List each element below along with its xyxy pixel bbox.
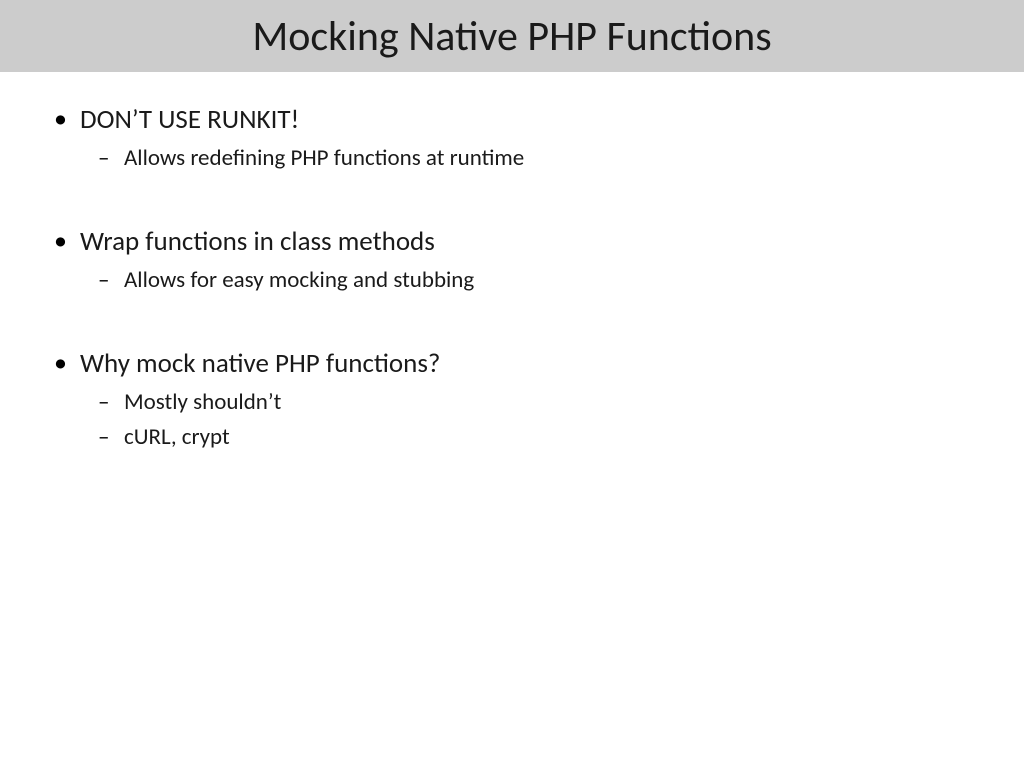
slide-content: DON’T USE RUNKIT! Allows redefining PHP …: [0, 72, 1024, 453]
bullet-text: Why mock native PHP functions?: [80, 347, 440, 380]
sub-bullet-item: Mostly shouldn’t: [124, 387, 974, 418]
sub-bullet-list: Allows redefining PHP functions at runti…: [80, 143, 974, 174]
sub-bullet-text: Allows for easy mocking and stubbing: [124, 266, 474, 294]
sub-bullet-item: Allows for easy mocking and stubbing: [124, 265, 974, 296]
bullet-item: Why mock native PHP functions? Mostly sh…: [80, 346, 974, 453]
sub-bullet-list: Allows for easy mocking and stubbing: [80, 265, 974, 296]
bullet-item: DON’T USE RUNKIT! Allows redefining PHP …: [80, 102, 974, 174]
sub-bullet-item: Allows redefining PHP functions at runti…: [124, 143, 974, 174]
sub-bullet-text: Mostly shouldn’t: [124, 388, 281, 416]
slide-title-bar: Mocking Native PHP Functions: [0, 0, 1024, 72]
bullet-item: Wrap functions in class methods Allows f…: [80, 224, 974, 296]
sub-bullet-list: Mostly shouldn’t cURL, crypt: [80, 387, 974, 453]
sub-bullet-text: Allows redefining PHP functions at runti…: [124, 144, 524, 172]
sub-bullet-item: cURL, crypt: [124, 422, 974, 453]
slide-title: Mocking Native PHP Functions: [252, 11, 771, 62]
bullet-list: DON’T USE RUNKIT! Allows redefining PHP …: [80, 102, 974, 453]
sub-bullet-text: cURL, crypt: [124, 423, 230, 451]
bullet-text: Wrap functions in class methods: [80, 225, 435, 258]
bullet-text: DON’T USE RUNKIT!: [80, 103, 299, 136]
